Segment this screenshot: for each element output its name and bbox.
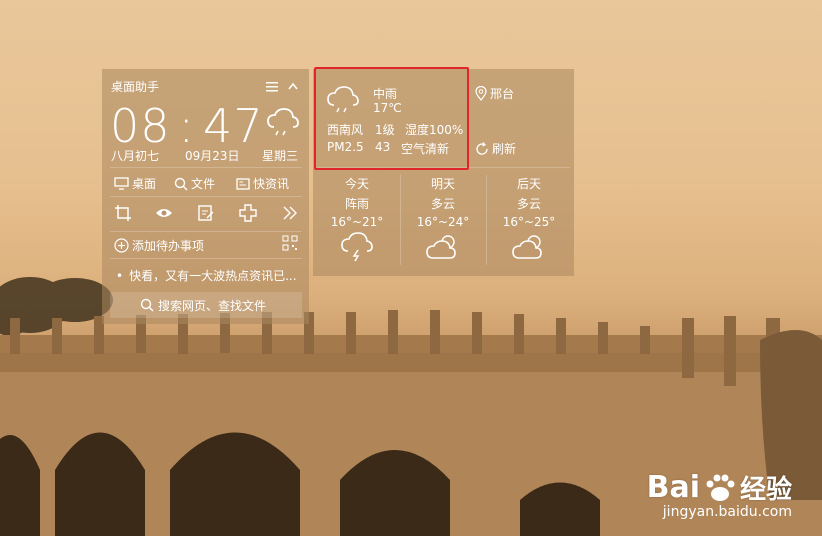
watermark-brand-suffix: 经验	[739, 475, 792, 505]
location-label: 邢台	[490, 87, 515, 101]
edit-icon[interactable]	[197, 204, 215, 222]
forecast-range: 16°~25°	[502, 215, 556, 229]
forecast-range: 16°~21°	[330, 215, 384, 229]
paw-icon	[706, 474, 735, 501]
divider	[110, 167, 302, 168]
clock-minutes: 47	[203, 99, 264, 153]
desktop-assistant-panel: 桌面助手 08:47 八月初七 09月23日 星期三 桌面 文件 快资讯 添加待…	[102, 69, 309, 324]
thunder-rain-icon	[341, 232, 373, 262]
assistant-title: 桌面助手	[111, 80, 160, 94]
forecast-day-after: 后天 多云 16°~25°	[486, 175, 572, 265]
forecast-tomorrow: 明天 多云 16°~24°	[400, 175, 486, 265]
forecast-condition: 阵雨	[344, 197, 369, 211]
location-pin-icon	[475, 86, 487, 101]
forecast-range: 16°~24°	[416, 215, 470, 229]
lunar-date: 八月初七	[111, 149, 160, 163]
clock: 08:47	[110, 99, 264, 153]
desktop-link-label: 桌面	[132, 177, 157, 191]
location-button[interactable]: 邢台	[475, 85, 514, 102]
divider	[110, 231, 302, 232]
forecast-condition: 多云	[516, 197, 541, 211]
refresh-label: 刷新	[492, 142, 517, 156]
forecast-today: 今天 阵雨 16°~21°	[314, 175, 400, 265]
rain-cloud-icon	[267, 108, 299, 136]
divider	[110, 258, 302, 259]
eye-icon[interactable]	[155, 204, 173, 222]
puzzle-icon[interactable]	[239, 204, 257, 222]
add-todo-label: 添加待办事项	[132, 239, 205, 253]
plus-circle-icon	[114, 238, 129, 253]
watermark-brand: Bai	[646, 470, 700, 505]
crop-icon[interactable]	[114, 204, 132, 222]
search-icon	[174, 177, 188, 190]
bullet-icon: •	[116, 269, 124, 283]
forecast-day: 后天	[516, 177, 541, 191]
refresh-icon	[476, 141, 488, 155]
divider	[110, 196, 302, 197]
watermark-url: jingyan.baidu.com	[662, 504, 792, 520]
quick-news-link-label: 快资讯	[253, 177, 290, 191]
forecast-day: 今天	[344, 177, 369, 191]
news-icon	[236, 177, 250, 190]
weekday: 星期三	[262, 149, 299, 163]
quick-news-link[interactable]: 快资讯	[236, 175, 289, 192]
monitor-icon	[114, 177, 129, 190]
forecast-day: 明天	[430, 177, 455, 191]
chevron-up-icon[interactable]	[288, 82, 298, 90]
clock-separator: :	[178, 99, 196, 153]
menu-icon[interactable]	[266, 82, 278, 92]
news-ticker-text: 快看，又有一大波热点资讯已...	[129, 269, 297, 283]
search-icon	[140, 298, 154, 312]
double-chevron-right-icon[interactable]	[281, 204, 299, 222]
clock-hours: 08	[110, 99, 171, 153]
file-search-link-label: 文件	[191, 177, 216, 191]
desktop-link[interactable]: 桌面	[114, 175, 156, 192]
cloudy-icon	[512, 235, 542, 259]
refresh-button[interactable]: 刷新	[475, 140, 516, 157]
highlight-annotation-box	[314, 67, 469, 170]
baidu-jingyan-watermark: Bai 经验 jingyan.baidu.com	[647, 469, 792, 520]
search-bar[interactable]: 搜索网页、查找文件	[110, 292, 302, 318]
forecast-condition: 多云	[430, 197, 455, 211]
search-placeholder: 搜索网页、查找文件	[158, 298, 267, 313]
date: 09月23日	[185, 149, 240, 163]
add-todo-button[interactable]: 添加待办事项	[114, 237, 204, 254]
file-search-link[interactable]: 文件	[174, 175, 215, 192]
cloudy-icon	[426, 235, 456, 259]
qr-code-icon[interactable]	[282, 235, 298, 251]
news-ticker[interactable]: • 快看，又有一大波热点资讯已...	[116, 267, 302, 284]
